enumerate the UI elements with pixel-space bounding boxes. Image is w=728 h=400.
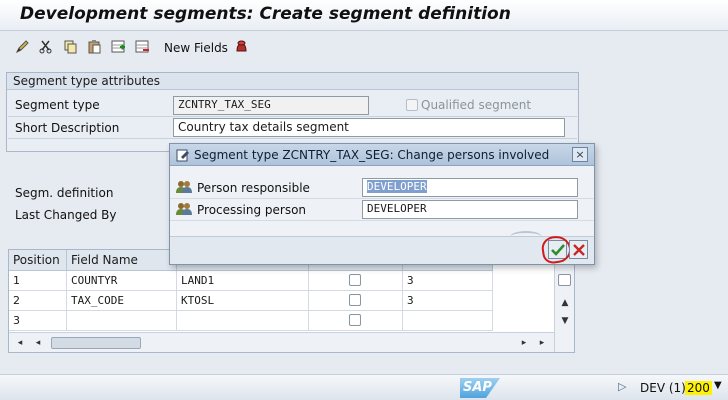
scroll-down-icon[interactable]: ▼	[558, 314, 572, 328]
cut-icon[interactable]	[37, 38, 54, 55]
table-cell-checkbox	[309, 291, 403, 311]
table-cell-field-name[interactable]	[67, 311, 177, 331]
column-header-field-name[interactable]: Field Name	[67, 250, 177, 271]
cancel-icon	[572, 243, 585, 256]
row-checkbox[interactable]	[349, 314, 361, 326]
scroll-first-icon[interactable]: ◂	[13, 336, 27, 350]
processing-person-label: Processing person	[197, 203, 307, 217]
person-icon	[176, 180, 192, 197]
row-divider	[170, 220, 594, 221]
sap-logo: SAP	[460, 378, 500, 398]
person-responsible-field[interactable]: DEVELOPER	[362, 178, 578, 197]
vertical-scrollbar[interactable]: ▲ ▼	[554, 250, 574, 352]
table-cell-data-element[interactable]	[177, 311, 309, 331]
row-divider	[170, 198, 594, 199]
copy-icon[interactable]	[62, 38, 79, 55]
chevron-down-icon[interactable]: ▼	[714, 380, 722, 391]
table-cell-position[interactable]: 3	[9, 311, 67, 331]
table-cell-checkbox	[309, 311, 403, 331]
person-responsible-label: Person responsible	[197, 181, 310, 195]
segm-definition-label: Segm. definition	[15, 186, 114, 200]
edit-pen-icon[interactable]	[14, 38, 31, 55]
row-checkbox[interactable]	[349, 274, 361, 286]
scroll-up-icon[interactable]: ▲	[558, 296, 572, 310]
delete-row-icon[interactable]	[134, 38, 151, 55]
segment-type-field[interactable]: ZCNTRY_TAX_SEG	[173, 96, 369, 115]
short-description-field[interactable]: Country tax details segment	[173, 118, 565, 137]
table-cell-length[interactable]	[403, 311, 493, 331]
status-expand-icon[interactable]: ▷	[618, 380, 626, 393]
dialog-footer	[170, 231, 594, 265]
status-bar: SAP ▷ DEV (1) 200 ▼	[0, 374, 728, 400]
table-cell-data-element[interactable]: LAND1	[177, 271, 309, 291]
title-bar: Development segments: Create segment def…	[0, 0, 728, 31]
table-cell-data-element[interactable]: KTOSL	[177, 291, 309, 311]
application-toolbar: New Fields	[0, 32, 728, 62]
decorative-curve	[510, 231, 542, 243]
system-info: DEV (1)	[640, 381, 686, 395]
scroll-right-icon[interactable]: ▸	[517, 336, 531, 350]
person-icon	[176, 202, 192, 219]
cancel-button[interactable]	[569, 240, 588, 259]
table-cell-length[interactable]: 3	[403, 271, 493, 291]
selected-text: DEVELOPER	[367, 180, 427, 193]
change-persons-dialog: Segment type ZCNTRY_TAX_SEG: Change pers…	[169, 143, 595, 265]
processing-person-field[interactable]: DEVELOPER	[362, 200, 578, 219]
table-cell-position[interactable]: 2	[9, 291, 67, 311]
table-cell-length[interactable]: 3	[403, 291, 493, 311]
scroll-last-icon[interactable]: ▸	[535, 336, 549, 350]
client-info: 200	[685, 381, 712, 395]
table-cell-field-name[interactable]: TAX_CODE	[67, 291, 177, 311]
insert-row-icon[interactable]	[110, 38, 127, 55]
qualified-segment-checkbox[interactable]	[406, 99, 418, 111]
table-cell-field-name[interactable]: COUNTYR	[67, 271, 177, 291]
new-fields-button[interactable]: New Fields	[164, 41, 228, 55]
select-all-icon[interactable]	[558, 274, 571, 286]
edit-document-icon	[176, 148, 190, 165]
window-title: Development segments: Create segment def…	[20, 4, 511, 24]
persons-involved-icon[interactable]	[233, 38, 250, 55]
table-cell-checkbox	[309, 271, 403, 291]
short-description-label: Short Description	[15, 121, 120, 135]
close-icon[interactable]: ×	[572, 147, 588, 162]
annotation-circle	[540, 234, 573, 265]
row-divider	[8, 138, 577, 139]
group-title: Segment type attributes	[7, 73, 578, 90]
horizontal-scroll-thumb[interactable]	[51, 337, 141, 349]
segment-type-label: Segment type	[15, 98, 100, 112]
row-divider	[8, 116, 577, 117]
horizontal-scrollbar[interactable]: ◂ ◂ ▸ ▸	[9, 332, 554, 352]
last-changed-by-label: Last Changed By	[15, 208, 117, 222]
dialog-header: Segment type ZCNTRY_TAX_SEG: Change pers…	[170, 144, 594, 166]
column-header-position[interactable]: Position	[9, 250, 67, 271]
table-cell-position[interactable]: 1	[9, 271, 67, 291]
paste-icon[interactable]	[86, 38, 103, 55]
dialog-title: Segment type ZCNTRY_TAX_SEG: Change pers…	[194, 148, 550, 162]
row-checkbox[interactable]	[349, 294, 361, 306]
qualified-segment-label: Qualified segment	[421, 98, 532, 112]
scroll-left-icon[interactable]: ◂	[31, 336, 45, 350]
